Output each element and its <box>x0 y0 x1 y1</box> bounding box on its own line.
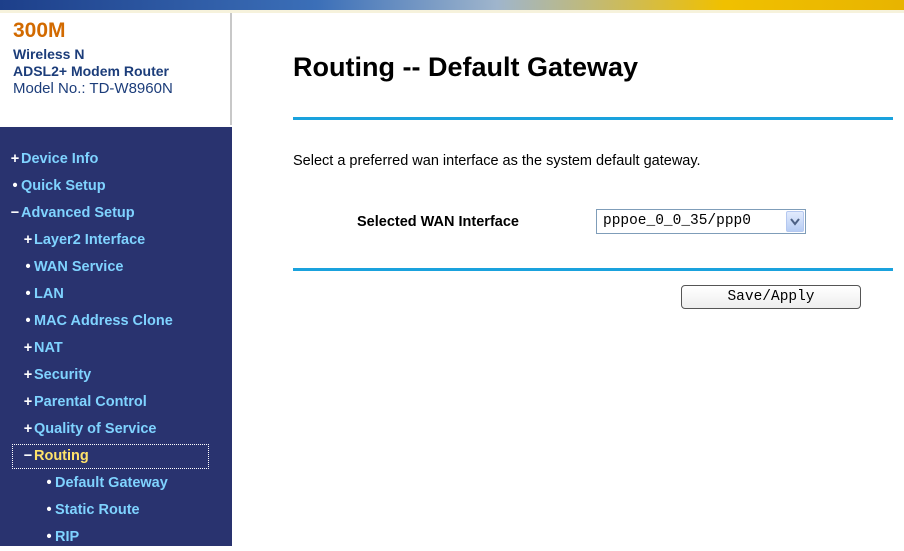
expand-icon: + <box>23 421 33 437</box>
sidebar-item-label: Default Gateway <box>55 475 168 491</box>
sidebar-item-routing[interactable]: − Routing <box>0 443 232 470</box>
sidebar-item-label: Quality of Service <box>34 421 157 437</box>
sidebar-item-label: Security <box>34 367 92 383</box>
wan-interface-select[interactable]: pppoe_0_0_35/ppp0 <box>596 209 806 234</box>
sidebar-item-advanced-setup[interactable]: − Advanced Setup <box>0 200 232 227</box>
brand-logo-panel: 300M Wireless N ADSL2+ Modem Router Mode… <box>0 13 232 140</box>
brand-model-number: Model No.: TD-W8960N <box>13 80 173 97</box>
sidebar-item-label: Static Route <box>55 502 140 518</box>
sidebar-item-lan[interactable]: • LAN <box>0 281 232 308</box>
bullet-icon: • <box>25 313 31 329</box>
sidebar-item-quality-of-service[interactable]: + Quality of Service <box>0 416 232 443</box>
expand-icon: + <box>10 151 20 167</box>
sidebar-item-static-route[interactable]: • Static Route <box>0 497 232 524</box>
bullet-icon: • <box>46 529 52 545</box>
dropdown-button[interactable] <box>786 211 804 232</box>
sidebar-menu: + Device Info • Quick Setup − Advanced Setu… <box>0 146 232 551</box>
sidebar-item-label: MAC Address Clone <box>34 313 173 329</box>
top-gradient-bar <box>0 0 904 10</box>
page-description: Select a preferred wan interface as the … <box>293 153 701 169</box>
bullet-icon: • <box>46 502 52 518</box>
bullet-icon: • <box>25 259 31 275</box>
sidebar-item-label: LAN <box>34 286 64 302</box>
bullet-icon: • <box>12 178 18 194</box>
save-apply-button[interactable]: Save/Apply <box>681 285 861 309</box>
bullet-icon: • <box>46 475 52 491</box>
sidebar-item-layer2-interface[interactable]: + Layer2 Interface <box>0 227 232 254</box>
sidebar-item-label: RIP <box>55 529 80 545</box>
sidebar-item-mac-address-clone[interactable]: • MAC Address Clone <box>0 308 232 335</box>
brand-line-1: Wireless N <box>13 46 85 62</box>
sidebar-item-label: Layer2 Interface <box>34 232 146 248</box>
expand-icon: + <box>23 232 33 248</box>
sidebar-item-quick-setup[interactable]: • Quick Setup <box>0 173 232 200</box>
sidebar-item-label: Quick Setup <box>21 178 106 194</box>
collapse-icon: − <box>10 205 20 221</box>
page-title: Routing -- Default Gateway <box>293 52 639 82</box>
divider-bottom <box>293 268 893 271</box>
bullet-icon: • <box>25 286 31 302</box>
focus-outline <box>12 444 209 469</box>
sidebar-item-label: NAT <box>34 340 63 356</box>
sidebar-item-security[interactable]: + Security <box>0 362 232 389</box>
expand-icon: + <box>23 367 33 383</box>
sidebar-item-default-gateway[interactable]: • Default Gateway <box>0 470 232 497</box>
divider-top <box>293 117 893 120</box>
expand-icon: + <box>23 340 33 356</box>
sidebar-item-label: Advanced Setup <box>21 205 135 221</box>
sidebar-item-nat[interactable]: + NAT <box>0 335 232 362</box>
sidebar-item-wan-service[interactable]: • WAN Service <box>0 254 232 281</box>
brand-speed: 300M <box>13 19 66 42</box>
chevron-down-icon <box>790 218 800 226</box>
wan-interface-value: pppoe_0_0_35/ppp0 <box>603 213 751 229</box>
sidebar-item-label: WAN Service <box>34 259 124 275</box>
brand-line-2: ADSL2+ Modem Router <box>13 63 169 79</box>
sidebar-item-device-info[interactable]: + Device Info <box>0 146 232 173</box>
wan-interface-label: Selected WAN Interface <box>357 214 519 230</box>
sidebar-item-parental-control[interactable]: + Parental Control <box>0 389 232 416</box>
sidebar-item-label: Device Info <box>21 151 99 167</box>
sidebar-item-rip[interactable]: • RIP <box>0 524 232 551</box>
expand-icon: + <box>23 394 33 410</box>
sidebar-item-label: Parental Control <box>34 394 147 410</box>
sidebar-nav: + Device Info • Quick Setup − Advanced Setu… <box>0 127 232 546</box>
